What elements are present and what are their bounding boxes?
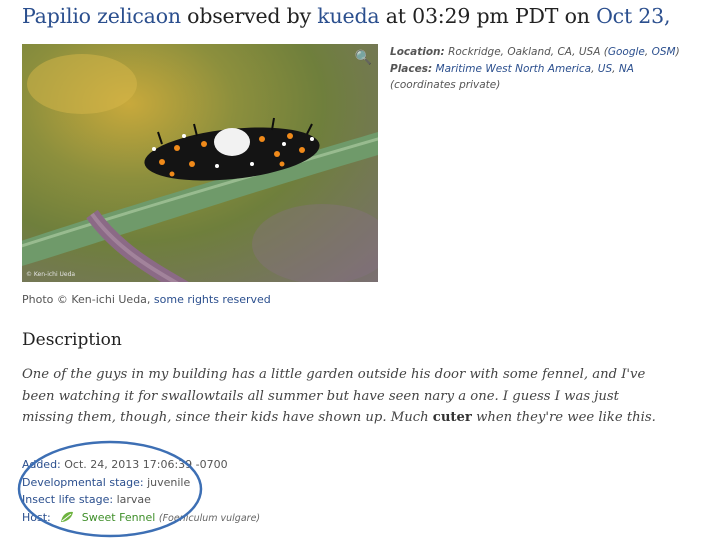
- caterpillar-photo-image: [22, 54, 378, 282]
- location-label: Location:: [390, 46, 445, 58]
- places-row: Places: Maritime West North America, US,…: [390, 62, 634, 75]
- observation-meta: Location: Rockridge, Oakland, CA, USA (G…: [390, 44, 680, 94]
- taxon-link[interactable]: Papilio zelicaon: [22, 4, 181, 28]
- observation-photo[interactable]: 🔍 © Ken-ichi Ueda: [22, 44, 378, 282]
- places-label: Places:: [390, 62, 433, 75]
- description-line-2: been watching it for swallowtails all su…: [22, 388, 619, 404]
- description-emphasis: cuter: [432, 410, 472, 425]
- osm-map-link[interactable]: OSM: [652, 46, 676, 58]
- description-body: One of the guys in my building has a lit…: [22, 364, 702, 429]
- annotation-circle: [17, 440, 203, 538]
- coordinates-note: (coordinates private): [390, 79, 501, 91]
- location-row: Location: Rockridge, Oakland, CA, USA (G…: [390, 46, 680, 58]
- magnifier-icon[interactable]: 🔍: [355, 50, 372, 66]
- user-link[interactable]: kueda: [317, 4, 379, 28]
- date-link[interactable]: Oct 23,: [596, 4, 670, 28]
- description-heading: Description: [22, 330, 122, 350]
- photo-watermark: © Ken-ichi Ueda: [26, 271, 76, 278]
- google-map-link[interactable]: Google: [608, 46, 645, 58]
- place-link-continent[interactable]: NA: [619, 63, 634, 75]
- description-line-3-end: when they're wee like this.: [476, 410, 656, 425]
- place-link-region[interactable]: Maritime West North America: [436, 63, 592, 75]
- place-link-country[interactable]: US: [598, 63, 612, 75]
- observed-by-text: observed by: [187, 4, 311, 28]
- photo-credit-text: Photo © Ken-ichi Ueda,: [22, 293, 151, 306]
- page-title: Papilio zelicaon observed by kueda at 03…: [22, 4, 720, 28]
- photo-credit: Photo © Ken-ichi Ueda, some rights reser…: [22, 293, 271, 306]
- description-line-3-start: missing them, though, since their kids h…: [22, 410, 429, 425]
- location-value: Rockridge, Oakland, CA, USA: [448, 46, 601, 58]
- rights-link[interactable]: some rights reserved: [154, 293, 271, 306]
- description-line-1: One of the guys in my building has a lit…: [22, 367, 646, 382]
- observed-at-text: at 03:29 pm PDT on: [385, 4, 590, 28]
